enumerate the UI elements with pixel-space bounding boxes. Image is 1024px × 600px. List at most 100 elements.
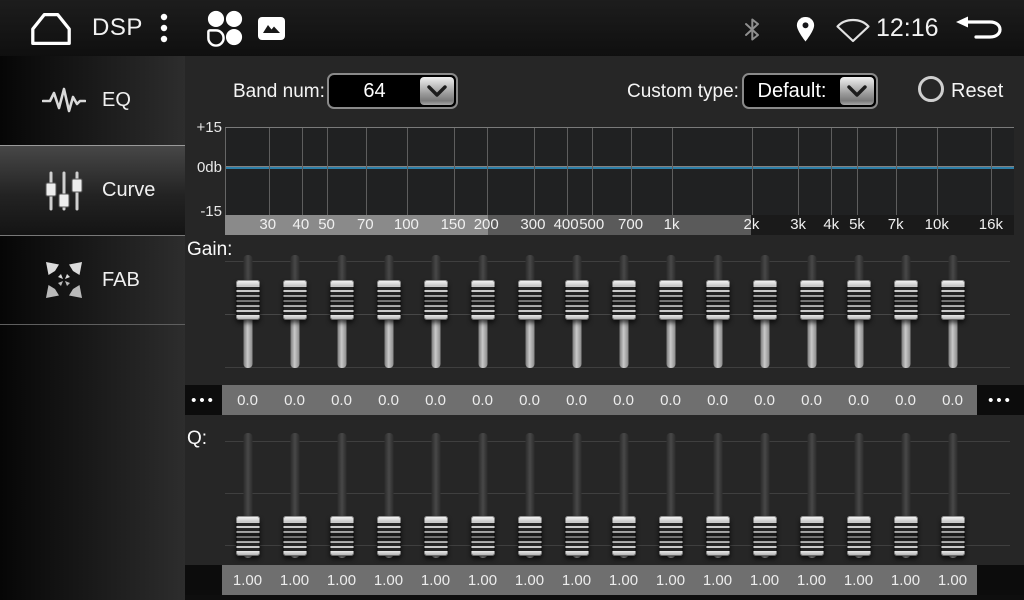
- custom-type-dropdown[interactable]: Default:: [742, 73, 878, 109]
- reset-label[interactable]: Reset: [951, 80, 1003, 103]
- gain-slider-knob[interactable]: [330, 280, 354, 320]
- sidebar-item-eq[interactable]: EQ: [0, 56, 185, 145]
- q-slider-knob[interactable]: [377, 516, 401, 556]
- gain-slider-knob[interactable]: [847, 280, 871, 320]
- gallery-button[interactable]: [256, 16, 286, 41]
- q-sliders: [224, 433, 976, 558]
- q-slider[interactable]: [459, 433, 506, 558]
- q-slider[interactable]: [600, 433, 647, 558]
- custom-type-value: Default:: [744, 80, 840, 103]
- q-slider-knob[interactable]: [283, 516, 307, 556]
- gain-slider[interactable]: [365, 255, 412, 368]
- gain-slider[interactable]: [412, 255, 459, 368]
- q-slider-knob[interactable]: [565, 516, 589, 556]
- gain-slider[interactable]: [224, 255, 271, 368]
- gain-slider[interactable]: [929, 255, 976, 368]
- q-slider[interactable]: [318, 433, 365, 558]
- band-num-dropdown[interactable]: 64: [327, 73, 458, 109]
- sidebar-item-curve[interactable]: Curve: [0, 145, 185, 236]
- gain-slider[interactable]: [788, 255, 835, 368]
- gain-slider-knob[interactable]: [283, 280, 307, 320]
- gain-slider[interactable]: [600, 255, 647, 368]
- q-slider-knob[interactable]: [518, 516, 542, 556]
- q-slider[interactable]: [365, 433, 412, 558]
- gain-slider[interactable]: [271, 255, 318, 368]
- gain-value: 0.0: [506, 385, 553, 415]
- gain-slider-knob[interactable]: [659, 280, 683, 320]
- freq-tick-label: 16k: [979, 216, 1003, 233]
- q-slider-knob[interactable]: [847, 516, 871, 556]
- gain-slider[interactable]: [882, 255, 929, 368]
- q-slider[interactable]: [271, 433, 318, 558]
- gain-slider-knob[interactable]: [612, 280, 636, 320]
- gain-scroll-right-button[interactable]: •••: [977, 385, 1024, 415]
- q-slider-knob[interactable]: [424, 516, 448, 556]
- gain-slider[interactable]: [741, 255, 788, 368]
- gain-slider[interactable]: [835, 255, 882, 368]
- location-status: [792, 15, 818, 43]
- q-slider[interactable]: [835, 433, 882, 558]
- q-slider-knob[interactable]: [941, 516, 965, 556]
- q-slider[interactable]: [506, 433, 553, 558]
- gain-slider-knob[interactable]: [753, 280, 777, 320]
- q-slider[interactable]: [224, 433, 271, 558]
- gain-slider[interactable]: [694, 255, 741, 368]
- back-button[interactable]: [952, 14, 1006, 44]
- q-slider-knob[interactable]: [471, 516, 495, 556]
- q-slider[interactable]: [694, 433, 741, 558]
- gain-slider-knob[interactable]: [706, 280, 730, 320]
- q-slider[interactable]: [929, 433, 976, 558]
- freq-gridline: [269, 128, 270, 215]
- freq-tick-label: 50: [318, 216, 335, 233]
- gain-value: 0.0: [694, 385, 741, 415]
- gain-slider-knob[interactable]: [941, 280, 965, 320]
- gain-slider-knob[interactable]: [565, 280, 589, 320]
- freq-tick-label: 100: [394, 216, 419, 233]
- reset-radio[interactable]: [918, 76, 944, 102]
- freq-tick-label: 700: [618, 216, 643, 233]
- q-slider-knob[interactable]: [706, 516, 730, 556]
- q-slider[interactable]: [553, 433, 600, 558]
- gain-value: 0.0: [553, 385, 600, 415]
- q-strip-left-corner: [185, 565, 222, 595]
- gain-slider[interactable]: [459, 255, 506, 368]
- chevron-down-icon[interactable]: [840, 77, 874, 105]
- q-slider[interactable]: [882, 433, 929, 558]
- overflow-menu-button[interactable]: [156, 13, 172, 43]
- gain-slider-knob[interactable]: [894, 280, 918, 320]
- apps-button[interactable]: [205, 9, 245, 47]
- home-button[interactable]: [26, 9, 76, 47]
- gain-value: 0.0: [271, 385, 318, 415]
- q-slider[interactable]: [412, 433, 459, 558]
- gain-slider-knob[interactable]: [424, 280, 448, 320]
- bluetooth-status: [742, 16, 762, 42]
- gain-slider[interactable]: [506, 255, 553, 368]
- chevron-down-icon[interactable]: [420, 77, 454, 105]
- q-slider-knob[interactable]: [753, 516, 777, 556]
- menu-dots-icon: [160, 13, 168, 43]
- gain-slider-knob[interactable]: [800, 280, 824, 320]
- q-slider-knob[interactable]: [612, 516, 636, 556]
- q-slider[interactable]: [788, 433, 835, 558]
- freq-tick-label: 10k: [925, 216, 949, 233]
- sidebar-item-fab[interactable]: FAB: [0, 236, 185, 325]
- q-slider-knob[interactable]: [236, 516, 260, 556]
- q-slider-knob[interactable]: [800, 516, 824, 556]
- fab-arrows-icon: [40, 259, 88, 301]
- q-slider[interactable]: [647, 433, 694, 558]
- q-slider[interactable]: [741, 433, 788, 558]
- gain-slider[interactable]: [553, 255, 600, 368]
- freq-gridline: [631, 128, 632, 215]
- gain-slider-knob[interactable]: [471, 280, 495, 320]
- gain-scroll-left-button[interactable]: •••: [185, 385, 222, 415]
- freq-tick-label: 150: [441, 216, 466, 233]
- q-slider-knob[interactable]: [659, 516, 683, 556]
- gain-slider[interactable]: [647, 255, 694, 368]
- q-slider-knob[interactable]: [894, 516, 918, 556]
- gain-slider-knob[interactable]: [236, 280, 260, 320]
- gain-slider[interactable]: [318, 255, 365, 368]
- gain-slider-knob[interactable]: [377, 280, 401, 320]
- gain-slider-knob[interactable]: [518, 280, 542, 320]
- q-value: 1.00: [647, 565, 694, 595]
- q-slider-knob[interactable]: [330, 516, 354, 556]
